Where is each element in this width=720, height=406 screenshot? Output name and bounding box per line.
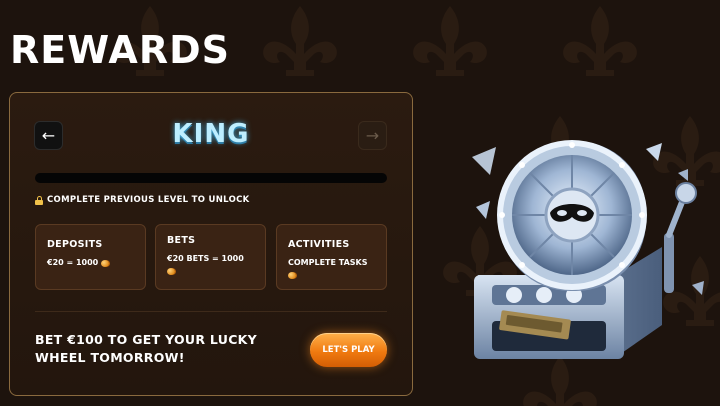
lets-play-button[interactable]: LET'S PLAY [310, 333, 387, 367]
tile-deposits[interactable]: DEPOSITS €20 = 1000 [35, 224, 146, 290]
tile-bets[interactable]: BETS €20 BETS = 1000 [155, 224, 266, 290]
next-level-button[interactable]: → [358, 121, 387, 150]
tile-value: €20 = 1000 [47, 258, 137, 269]
reward-tiles: DEPOSITS €20 = 1000 BETS €20 BETS = 1000… [35, 224, 387, 290]
level-name: KING [172, 119, 250, 149]
tile-title: ACTIVITIES [288, 239, 350, 250]
page-title: REWARDS [10, 28, 231, 72]
lucky-wheel-machine-illustration [472, 140, 704, 359]
tile-value-text: €20 = 1000 [47, 258, 99, 267]
tile-value-text: €20 BETS = 1000 [167, 254, 244, 263]
promo-text: BET €100 TO GET YOUR LUCKY WHEEL TOMORRO… [35, 332, 258, 366]
locked-notice: COMPLETE PREVIOUS LEVEL TO UNLOCK [35, 195, 250, 205]
divider [35, 311, 387, 312]
arrow-right-icon: → [365, 125, 380, 145]
locked-message: COMPLETE PREVIOUS LEVEL TO UNLOCK [47, 195, 250, 205]
tile-value: COMPLETE TASKS [288, 258, 378, 279]
coin-icon [167, 267, 175, 275]
tile-activities[interactable]: ACTIVITIES COMPLETE TASKS [276, 224, 387, 290]
lock-icon [35, 195, 43, 205]
tile-value-text: COMPLETE TASKS [288, 258, 368, 267]
tile-value: €20 BETS = 1000 [167, 254, 251, 275]
coin-icon [288, 271, 296, 279]
tile-title: BETS [167, 235, 196, 246]
tile-title: DEPOSITS [47, 239, 103, 250]
level-progress-bar [35, 173, 387, 183]
coin-icon [101, 259, 110, 267]
rewards-card: ← KING → COMPLETE PREVIOUS LEVEL TO UNLO… [9, 92, 413, 396]
